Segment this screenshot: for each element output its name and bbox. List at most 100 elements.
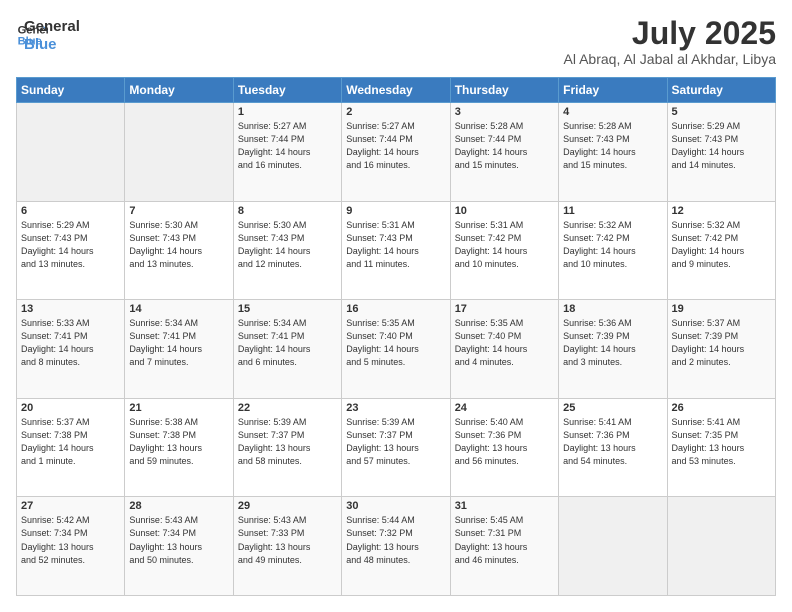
header-monday: Monday	[125, 78, 233, 103]
header-wednesday: Wednesday	[342, 78, 450, 103]
header-sunday: Sunday	[17, 78, 125, 103]
day-info: Sunrise: 5:42 AM Sunset: 7:34 PM Dayligh…	[21, 514, 120, 566]
day-info: Sunrise: 5:40 AM Sunset: 7:36 PM Dayligh…	[455, 416, 554, 468]
day-number: 8	[238, 205, 337, 217]
page: General Blue General Blue July 2025 Al A…	[0, 0, 792, 612]
day-number: 28	[129, 500, 228, 512]
calendar-cell: 10 Sunrise: 5:31 AM Sunset: 7:42 PM Dayli…	[450, 201, 558, 300]
day-number: 18	[563, 303, 662, 315]
day-info: Sunrise: 5:34 AM Sunset: 7:41 PM Dayligh…	[129, 317, 228, 369]
calendar-cell: 2 Sunrise: 5:27 AM Sunset: 7:44 PM Daylig…	[342, 103, 450, 202]
day-number: 6	[21, 205, 120, 217]
day-info: Sunrise: 5:27 AM Sunset: 7:44 PM Dayligh…	[346, 120, 445, 172]
logo-line1: General	[24, 18, 80, 36]
day-number: 29	[238, 500, 337, 512]
logo-line2: Blue	[24, 36, 80, 54]
calendar-cell: 6 Sunrise: 5:29 AM Sunset: 7:43 PM Daylig…	[17, 201, 125, 300]
calendar-cell	[667, 497, 775, 596]
day-number: 16	[346, 303, 445, 315]
calendar-cell: 18 Sunrise: 5:36 AM Sunset: 7:39 PM Dayli…	[559, 300, 667, 399]
calendar-cell: 26Sunrise: 5:41 AM Sunset: 7:35 PM Dayli…	[667, 398, 775, 497]
day-number: 23	[346, 402, 445, 414]
day-info: Sunrise: 5:35 AM Sunset: 7:40 PM Dayligh…	[346, 317, 445, 369]
calendar-cell: 24Sunrise: 5:40 AM Sunset: 7:36 PM Dayli…	[450, 398, 558, 497]
calendar-cell: 9Sunrise: 5:31 AM Sunset: 7:43 PM Daylig…	[342, 201, 450, 300]
day-number: 3	[455, 106, 554, 118]
day-info: Sunrise: 5:43 AM Sunset: 7:33 PM Dayligh…	[238, 514, 337, 566]
subtitle: Al Abraq, Al Jabal al Akhdar, Libya	[564, 51, 776, 67]
day-info: Sunrise: 5:27 AM Sunset: 7:44 PM Dayligh…	[238, 120, 337, 172]
calendar-cell: 14 Sunrise: 5:34 AM Sunset: 7:41 PM Dayli…	[125, 300, 233, 399]
calendar-cell: 20 Sunrise: 5:37 AM Sunset: 7:38 PM Dayli…	[17, 398, 125, 497]
day-number: 10	[455, 205, 554, 217]
calendar-cell: 15Sunrise: 5:34 AM Sunset: 7:41 PM Dayli…	[233, 300, 341, 399]
header-thursday: Thursday	[450, 78, 558, 103]
day-info: Sunrise: 5:29 AM Sunset: 7:43 PM Dayligh…	[21, 219, 120, 271]
calendar-cell: 13 Sunrise: 5:33 AM Sunset: 7:41 PM Dayli…	[17, 300, 125, 399]
calendar-cell: 28 Sunrise: 5:43 AM Sunset: 7:34 PM Dayli…	[125, 497, 233, 596]
calendar-cell: 17Sunrise: 5:35 AM Sunset: 7:40 PM Dayli…	[450, 300, 558, 399]
day-info: Sunrise: 5:31 AM Sunset: 7:42 PM Dayligh…	[455, 219, 554, 271]
calendar-cell: 1 Sunrise: 5:27 AM Sunset: 7:44 PM Daylig…	[233, 103, 341, 202]
day-number: 9	[346, 205, 445, 217]
day-info: Sunrise: 5:35 AM Sunset: 7:40 PM Dayligh…	[455, 317, 554, 369]
day-number: 2	[346, 106, 445, 118]
day-number: 11	[563, 205, 662, 217]
calendar-cell: 22Sunrise: 5:39 AM Sunset: 7:37 PM Dayli…	[233, 398, 341, 497]
calendar-week-3: 13 Sunrise: 5:33 AM Sunset: 7:41 PM Dayli…	[17, 300, 776, 399]
calendar-cell: 11 Sunrise: 5:32 AM Sunset: 7:42 PM Dayli…	[559, 201, 667, 300]
day-info: Sunrise: 5:43 AM Sunset: 7:34 PM Dayligh…	[129, 514, 228, 566]
calendar-table: Sunday Monday Tuesday Wednesday Thursday…	[16, 77, 776, 596]
day-info: Sunrise: 5:34 AM Sunset: 7:41 PM Dayligh…	[238, 317, 337, 369]
day-number: 14	[129, 303, 228, 315]
day-number: 13	[21, 303, 120, 315]
day-info: Sunrise: 5:38 AM Sunset: 7:38 PM Dayligh…	[129, 416, 228, 468]
calendar-cell: 27Sunrise: 5:42 AM Sunset: 7:34 PM Dayli…	[17, 497, 125, 596]
title-block: July 2025 Al Abraq, Al Jabal al Akhdar, …	[564, 16, 776, 67]
calendar-cell	[559, 497, 667, 596]
calendar-cell: 29 Sunrise: 5:43 AM Sunset: 7:33 PM Dayli…	[233, 497, 341, 596]
day-number: 31	[455, 500, 554, 512]
day-number: 12	[672, 205, 771, 217]
calendar-cell: 4 Sunrise: 5:28 AM Sunset: 7:43 PM Daylig…	[559, 103, 667, 202]
day-info: Sunrise: 5:41 AM Sunset: 7:36 PM Dayligh…	[563, 416, 662, 468]
day-info: Sunrise: 5:37 AM Sunset: 7:39 PM Dayligh…	[672, 317, 771, 369]
day-number: 1	[238, 106, 337, 118]
calendar-cell: 21 Sunrise: 5:38 AM Sunset: 7:38 PM Dayli…	[125, 398, 233, 497]
day-number: 21	[129, 402, 228, 414]
day-info: Sunrise: 5:33 AM Sunset: 7:41 PM Dayligh…	[21, 317, 120, 369]
header-saturday: Saturday	[667, 78, 775, 103]
day-info: Sunrise: 5:37 AM Sunset: 7:38 PM Dayligh…	[21, 416, 120, 468]
day-number: 7	[129, 205, 228, 217]
header-tuesday: Tuesday	[233, 78, 341, 103]
calendar-week-4: 20 Sunrise: 5:37 AM Sunset: 7:38 PM Dayli…	[17, 398, 776, 497]
day-info: Sunrise: 5:28 AM Sunset: 7:43 PM Dayligh…	[563, 120, 662, 172]
day-info: Sunrise: 5:32 AM Sunset: 7:42 PM Dayligh…	[563, 219, 662, 271]
calendar-cell: 19 Sunrise: 5:37 AM Sunset: 7:39 PM Dayli…	[667, 300, 775, 399]
day-number: 19	[672, 303, 771, 315]
calendar-week-1: 1 Sunrise: 5:27 AM Sunset: 7:44 PM Daylig…	[17, 103, 776, 202]
logo: General Blue General Blue	[16, 16, 80, 54]
calendar-cell: 25 Sunrise: 5:41 AM Sunset: 7:36 PM Dayli…	[559, 398, 667, 497]
day-info: Sunrise: 5:30 AM Sunset: 7:43 PM Dayligh…	[238, 219, 337, 271]
day-number: 4	[563, 106, 662, 118]
day-info: Sunrise: 5:41 AM Sunset: 7:35 PM Dayligh…	[672, 416, 771, 468]
day-info: Sunrise: 5:39 AM Sunset: 7:37 PM Dayligh…	[238, 416, 337, 468]
calendar-cell	[125, 103, 233, 202]
day-number: 20	[21, 402, 120, 414]
day-info: Sunrise: 5:44 AM Sunset: 7:32 PM Dayligh…	[346, 514, 445, 566]
day-info: Sunrise: 5:36 AM Sunset: 7:39 PM Dayligh…	[563, 317, 662, 369]
day-number: 30	[346, 500, 445, 512]
day-info: Sunrise: 5:30 AM Sunset: 7:43 PM Dayligh…	[129, 219, 228, 271]
header-friday: Friday	[559, 78, 667, 103]
calendar-cell: 12 Sunrise: 5:32 AM Sunset: 7:42 PM Dayli…	[667, 201, 775, 300]
day-info: Sunrise: 5:45 AM Sunset: 7:31 PM Dayligh…	[455, 514, 554, 566]
day-number: 5	[672, 106, 771, 118]
day-number: 25	[563, 402, 662, 414]
day-info: Sunrise: 5:32 AM Sunset: 7:42 PM Dayligh…	[672, 219, 771, 271]
calendar-cell	[17, 103, 125, 202]
day-info: Sunrise: 5:29 AM Sunset: 7:43 PM Dayligh…	[672, 120, 771, 172]
calendar-header-row: Sunday Monday Tuesday Wednesday Thursday…	[17, 78, 776, 103]
calendar-week-2: 6 Sunrise: 5:29 AM Sunset: 7:43 PM Daylig…	[17, 201, 776, 300]
calendar-cell: 23Sunrise: 5:39 AM Sunset: 7:37 PM Dayli…	[342, 398, 450, 497]
